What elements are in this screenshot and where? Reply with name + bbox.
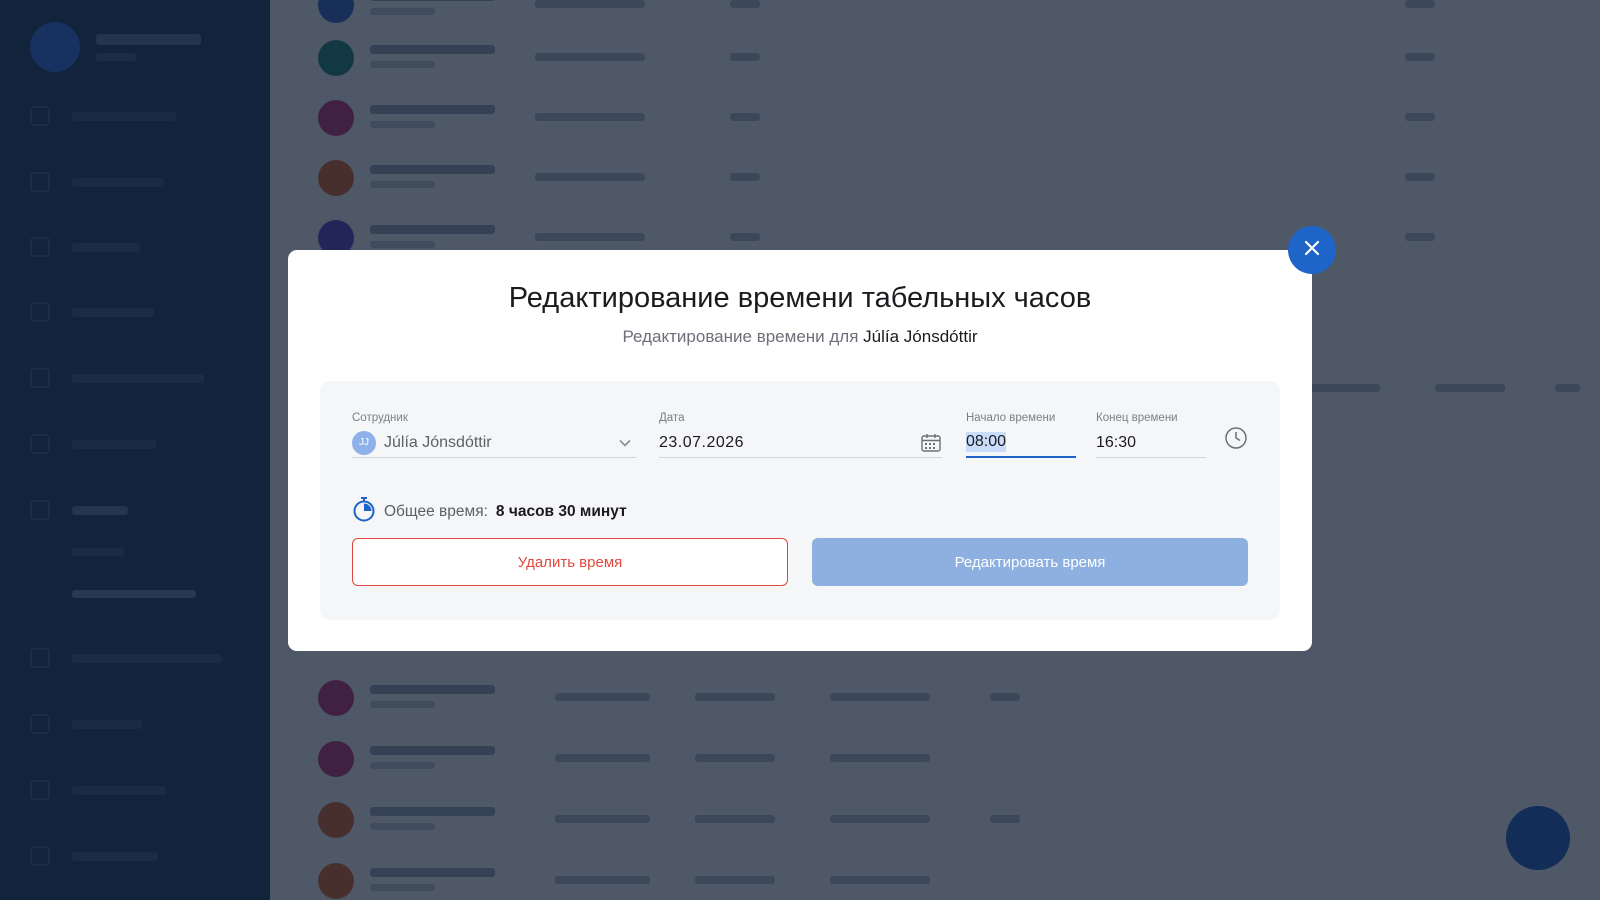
modal-title: Редактирование времени табельных часов — [508, 282, 1092, 314]
close-icon — [1303, 239, 1321, 262]
start-time-label: Начало времени — [966, 412, 1056, 424]
modal-subtitle: Редактирование времени для Júlía Jónsdót… — [288, 327, 1312, 347]
total-time-value: 8 часов 30 минут — [495, 502, 627, 520]
end-time-label: Конец времени — [1096, 412, 1178, 424]
close-modal-button[interactable] — [1288, 226, 1336, 274]
employee-name: Júlía Jónsdóttir — [384, 433, 492, 451]
employee-label: Сотрудник — [352, 412, 408, 424]
employee-select[interactable]: JJ Júlía Jónsdóttir — [352, 428, 636, 458]
total-time: Общее время: 8 часов 30 минут — [352, 496, 627, 527]
calendar-icon[interactable] — [920, 432, 942, 459]
date-field[interactable]: 23.07.2026 — [659, 428, 942, 458]
edit-time-modal: Редактирование времени табельных часов Р… — [288, 250, 1312, 651]
date-value: 23.07.2026 — [659, 433, 745, 451]
stopwatch-icon — [352, 496, 376, 527]
date-label: Дата — [659, 412, 685, 424]
clock-icon[interactable] — [1224, 426, 1248, 455]
start-time-value: 08:00 — [966, 432, 1007, 452]
delete-time-button[interactable]: Удалить время — [352, 538, 788, 586]
end-time-value: 16:30 — [1096, 433, 1137, 451]
end-time-input[interactable]: 16:30 — [1096, 428, 1206, 458]
edit-form-panel: Сотрудник JJ Júlía Jónsdóttir Дата 23.07… — [320, 381, 1280, 620]
total-time-label: Общее время: — [384, 502, 488, 520]
chevron-down-icon[interactable] — [618, 436, 632, 455]
edit-time-button[interactable]: Редактировать время — [812, 538, 1248, 586]
modal-subtitle-employee: Júlía Jónsdóttir — [863, 327, 978, 346]
employee-avatar: JJ — [352, 430, 376, 455]
start-time-input[interactable]: 08:00 — [966, 428, 1076, 458]
modal-subtitle-prefix: Редактирование времени для — [622, 327, 859, 346]
